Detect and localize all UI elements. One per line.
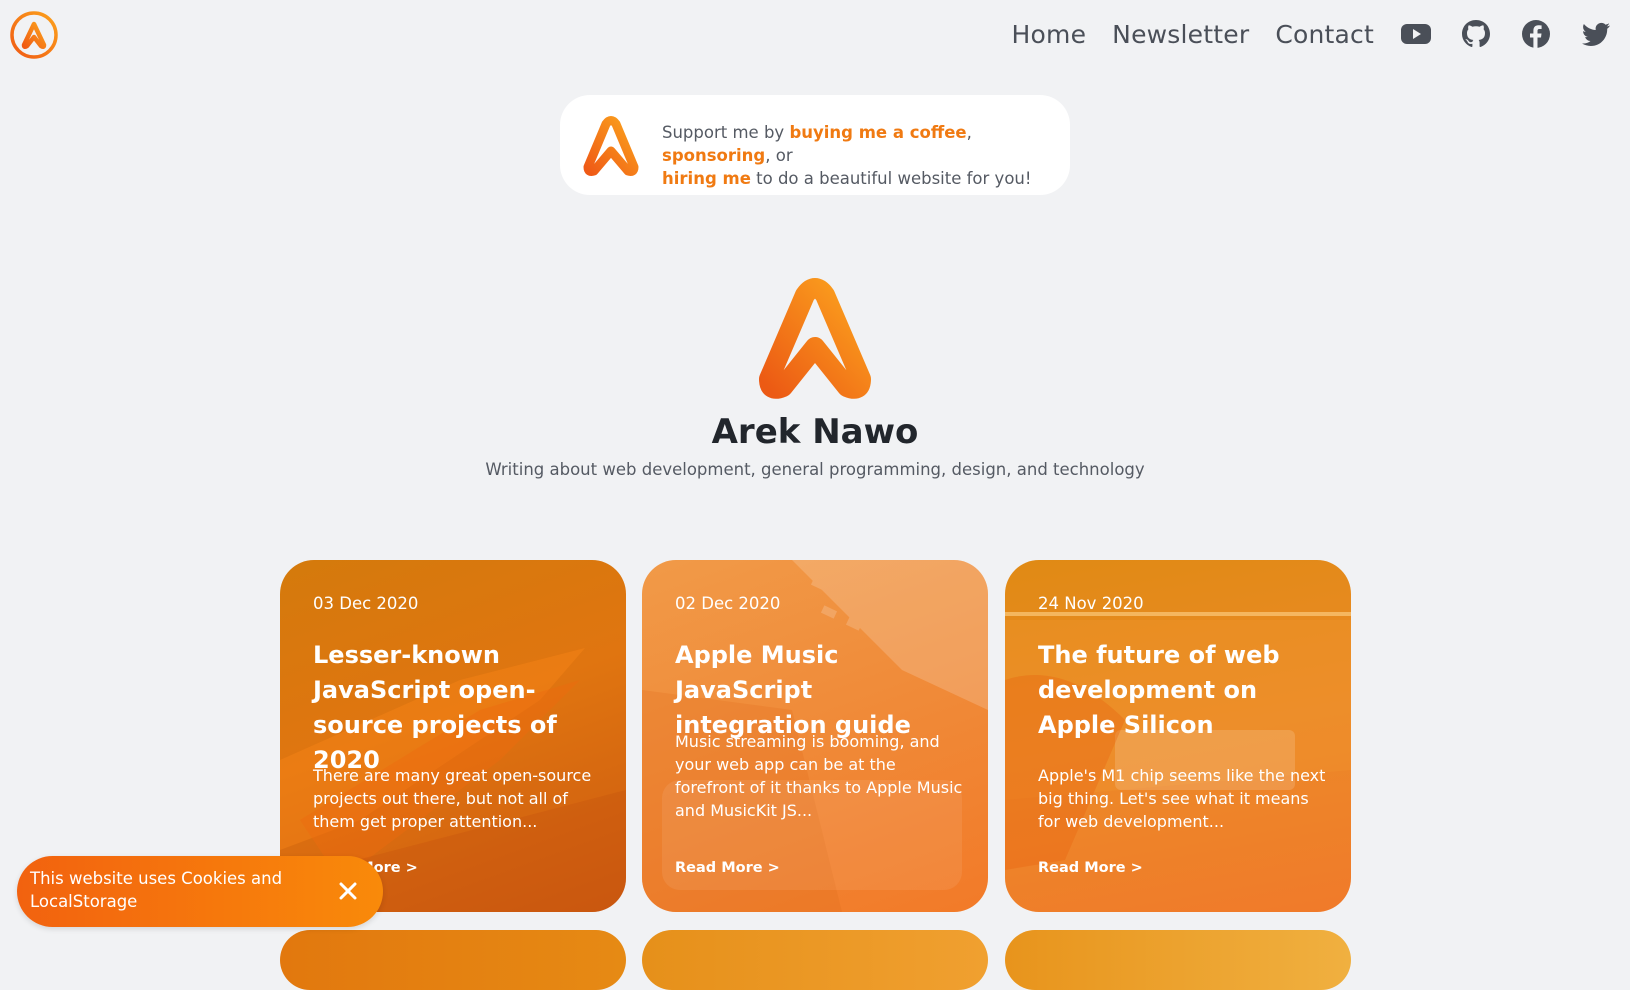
support-logo — [583, 116, 639, 176]
support-banner: Support me by buying me a coffee, sponso… — [560, 95, 1070, 195]
post-excerpt: There are many great open-source project… — [313, 766, 592, 831]
profile-description: Writing about web development, general p… — [485, 460, 1145, 479]
post-title[interactable]: Apple Music JavaScript integration guide — [675, 638, 965, 743]
post-title[interactable]: Lesser-known JavaScript open-source proj… — [313, 638, 603, 778]
post-card[interactable]: 24 Nov 2020 The future of web developmen… — [1005, 560, 1351, 912]
nav-home[interactable]: Home — [1012, 20, 1087, 49]
post-card[interactable]: 02 Dec 2020 Apple Music JavaScript integ… — [642, 560, 988, 912]
site-header: Home Newsletter Contact — [0, 0, 1630, 68]
support-text: Support me by buying me a coffee, sponso… — [662, 121, 1057, 190]
read-more-link[interactable]: Read More > — [675, 860, 780, 876]
support-or: , or — [765, 146, 793, 165]
facebook-icon[interactable] — [1520, 18, 1552, 50]
sponsor-link[interactable]: sponsoring — [662, 146, 765, 165]
main-nav: Home Newsletter Contact — [1012, 14, 1612, 54]
post-date: 24 Nov 2020 — [1038, 594, 1144, 613]
read-more-link[interactable]: Read More > — [1038, 860, 1143, 876]
cookie-text: This website uses Cookies and LocalStora… — [30, 869, 283, 911]
post-date: 03 Dec 2020 — [313, 594, 419, 613]
close-icon[interactable] — [335, 878, 361, 904]
post-excerpt: Music streaming is booming, and your web… — [675, 732, 963, 820]
buy-coffee-link[interactable]: buying me a coffee — [789, 123, 966, 142]
post-title[interactable]: The future of web development on Apple S… — [1038, 638, 1328, 743]
nav-newsletter[interactable]: Newsletter — [1112, 20, 1249, 49]
profile-name: Arek Nawo — [711, 412, 919, 452]
github-icon[interactable] — [1460, 18, 1492, 50]
support-text-suffix: to do a beautiful website for you! — [750, 169, 1032, 188]
site-logo[interactable] — [9, 10, 59, 60]
post-excerpt: Apple's M1 chip seems like the next big … — [1038, 766, 1326, 831]
post-date: 02 Dec 2020 — [675, 594, 781, 613]
profile-logo — [759, 278, 871, 399]
youtube-icon[interactable] — [1400, 18, 1432, 50]
nav-contact[interactable]: Contact — [1275, 20, 1374, 49]
support-text-prefix: Support me by — [662, 123, 790, 142]
hire-me-link[interactable]: hiring me — [662, 169, 751, 188]
post-card-peek[interactable] — [1005, 930, 1351, 990]
post-card-peek[interactable] — [280, 930, 626, 990]
twitter-icon[interactable] — [1580, 18, 1612, 50]
support-comma: , — [966, 123, 972, 142]
post-card-peek[interactable] — [642, 930, 988, 990]
cookie-notice: This website uses Cookies and LocalStora… — [17, 856, 383, 927]
